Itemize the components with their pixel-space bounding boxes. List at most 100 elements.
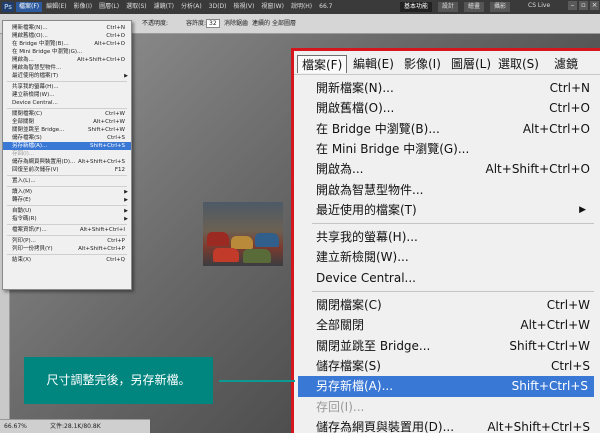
menu-item-label: 最近使用的檔案(T) (316, 202, 417, 217)
menu-item[interactable]: 開啟為... Alt+Shift+Ctrl+O (3, 56, 131, 64)
menu-item[interactable]: 檔案資訊(F)... Alt+Shift+Ctrl+I (3, 226, 131, 234)
menu-item[interactable]: 全部關閉 Alt+Ctrl+W (3, 118, 131, 126)
submenu-arrow-icon: ▶ (124, 197, 128, 203)
menu-item-label: 另存新檔(A)... (12, 143, 48, 149)
menu-item[interactable]: 開啟為... Alt+Shift+Ctrl+O (294, 159, 600, 180)
zoomed-menubar-item[interactable]: 選取(S) (494, 55, 543, 73)
menu-item-shortcut: Ctrl+W (546, 298, 590, 312)
menu-item[interactable]: 在 Mini Bridge 中瀏覽(G)... (294, 139, 600, 160)
menu-item[interactable]: 儲存檔案(S) Ctrl+S (3, 134, 131, 142)
menu-item-shortcut: Alt+Shift+Ctrl+O (77, 57, 125, 63)
menu-item[interactable]: 在 Mini Bridge 中瀏覽(G)... (3, 48, 131, 56)
menu-item[interactable]: 另存新檔(A)... Shift+Ctrl+S (3, 142, 131, 150)
menu-item[interactable]: 共享我的螢幕(H)... (294, 227, 600, 248)
menu-item[interactable]: 在 Bridge 中瀏覽(B)... Alt+Ctrl+O (294, 119, 600, 140)
menu-item[interactable]: 開啟為智慧型物件... (3, 64, 131, 72)
menu-item[interactable]: 讀入(M) ▶ (3, 188, 131, 196)
car-shape (213, 248, 239, 262)
menu-item-shortcut: Ctrl+N (106, 25, 125, 31)
workspace-button[interactable]: 基本功能 (400, 2, 433, 12)
minimize-icon[interactable]: – (568, 1, 577, 10)
menu-item-label: Device Central... (12, 100, 58, 106)
menu-item[interactable]: 開啟舊檔(O)... Ctrl+O (294, 98, 600, 119)
menu-item[interactable]: 自動(U) ▶ (3, 207, 131, 215)
menu-item[interactable]: 關閉並跳至 Bridge... Shift+Ctrl+W (294, 336, 600, 357)
menubar-item[interactable]: 影像(I) (71, 2, 95, 12)
menu-item[interactable]: 全部關閉 Alt+Ctrl+W (294, 315, 600, 336)
menu-item-label: 最近使用的檔案(T) (12, 73, 59, 79)
menubar-item[interactable]: 選取(S) (123, 2, 150, 12)
menu-item[interactable]: 列印(P)... Ctrl+P (3, 237, 131, 245)
menu-item-shortcut: Alt+Shift+Ctrl+I (79, 227, 125, 233)
zoomed-menubar-item[interactable]: 編輯(E) (349, 55, 398, 73)
menu-item[interactable]: 結束(X) Ctrl+Q (3, 256, 131, 264)
menu-item[interactable]: 儲存為網頁與裝置用(D)... Alt+Shift+Ctrl+S (3, 158, 131, 166)
menu-item-label: 建立新檢閱(W)... (316, 250, 409, 265)
antialias-checkbox[interactable]: 消除鋸齒 (224, 19, 248, 28)
menu-item[interactable]: 儲存為網頁與裝置用(D)... Alt+Shift+Ctrl+S (294, 417, 600, 433)
menu-item[interactable]: 回復至前次儲存(V) F12 (3, 166, 131, 174)
zoomed-menubar-item[interactable]: 圖層(L) (447, 55, 495, 73)
menu-item[interactable]: 儲存檔案(S) Ctrl+S (294, 356, 600, 377)
menu-item[interactable]: 建立新檢閱(W)... (3, 91, 131, 99)
menubar-item[interactable]: 分析(A) (178, 2, 205, 12)
menu-item[interactable]: 建立新檢閱(W)... (294, 247, 600, 268)
menu-item[interactable]: Device Central... (294, 268, 600, 289)
menubar-item[interactable]: 編輯(E) (43, 2, 69, 12)
menu-item[interactable]: 關閉檔案(C) Ctrl+W (294, 295, 600, 316)
menu-separator (7, 224, 127, 225)
workspace-button[interactable]: 設計 (438, 2, 459, 12)
callout-text: 尺寸調整完後，另存新檔。 (46, 373, 191, 387)
menubar-item[interactable]: 檢視(V) (231, 2, 258, 12)
menu-separator (312, 291, 594, 292)
cs-live-button[interactable]: CS Live (528, 2, 550, 10)
menu-item[interactable]: 開新檔案(N)... Ctrl+N (3, 24, 131, 32)
menubar-item[interactable]: 圖層(L) (96, 2, 122, 12)
menubar-item[interactable]: 3D(D) (206, 2, 230, 12)
all-layers-checkbox[interactable]: 全部圖層 (272, 19, 296, 28)
menu-item[interactable]: 轉存(E) ▶ (3, 196, 131, 204)
menu-item[interactable]: 最近使用的檔案(T) ▶ (294, 200, 600, 221)
menu-item[interactable]: 關閉檔案(C) Ctrl+W (3, 110, 131, 118)
menubar-item[interactable]: 濾鏡(T) (151, 2, 177, 12)
menu-item[interactable]: 在 Bridge 中瀏覽(B)... Alt+Ctrl+O (3, 40, 131, 48)
menu-separator (7, 175, 127, 176)
menu-item[interactable]: 開啟舊檔(O)... Ctrl+O (3, 32, 131, 40)
workspace-button[interactable]: 攝影 (490, 2, 511, 12)
menu-item-label: 結束(X) (12, 257, 32, 263)
close-icon[interactable]: × (590, 1, 599, 10)
menu-item[interactable]: Device Central... (3, 99, 131, 107)
menu-item-label: 開啟舊檔(O)... (316, 101, 395, 116)
menu-separator (312, 223, 594, 225)
tolerance-input[interactable]: 32 (206, 19, 220, 28)
menu-item[interactable]: 關閉並跳至 Bridge... Shift+Ctrl+W (3, 126, 131, 134)
menu-item[interactable]: 開新檔案(N)... Ctrl+N (294, 78, 600, 99)
menubar-item[interactable]: 說明(H) (288, 2, 315, 12)
zoomed-menubar-item[interactable]: 濾鏡 (550, 55, 582, 73)
menubar-item[interactable]: 檔案(F) (16, 2, 43, 12)
menu-item[interactable]: 列印一份拷貝(Y) Alt+Shift+Ctrl+P (3, 245, 131, 253)
menu-item-shortcut: Alt+Ctrl+O (94, 41, 125, 47)
menu-item-label: 開啟為... (12, 57, 34, 63)
submenu-arrow-icon: ▶ (124, 189, 128, 195)
menu-item[interactable]: 最近使用的檔案(T) ▶ (3, 72, 131, 80)
menu-item[interactable]: 開啟為智慧型物件... (294, 180, 600, 201)
car-shape (255, 233, 279, 247)
menu-item-save-as[interactable]: 另存新檔(A)... Shift+Ctrl+S (298, 376, 594, 398)
zoomed-menubar-item[interactable]: 影像(I) (400, 55, 445, 73)
contiguous-checkbox[interactable]: 連續的 (252, 19, 270, 28)
menu-item-label: 關閉並跳至 Bridge... (12, 127, 65, 133)
menu-item-label: 指令碼(R) (12, 216, 37, 222)
maximize-icon[interactable]: ▫ (579, 1, 588, 10)
menu-item-label: 自動(U) (12, 208, 32, 214)
menu-item-shortcut: Ctrl+W (105, 111, 125, 117)
zoom-readout[interactable]: 66.67% (4, 423, 27, 431)
menubar-item[interactable]: 視窗(W) (258, 2, 287, 12)
menu-item[interactable]: 置入(L)... (3, 177, 131, 185)
zoom-level-dropdown[interactable]: 66.7 (316, 2, 335, 12)
menu-item[interactable]: 共享我的螢幕(H)... (3, 83, 131, 91)
zoomed-menubar-item[interactable]: 檔案(F) (297, 55, 348, 73)
menu-item[interactable]: 指令碼(R) ▶ (3, 215, 131, 223)
workspace-button[interactable]: 繪畫 (464, 2, 485, 12)
menu-item-label: 關閉並跳至 Bridge... (316, 338, 431, 353)
